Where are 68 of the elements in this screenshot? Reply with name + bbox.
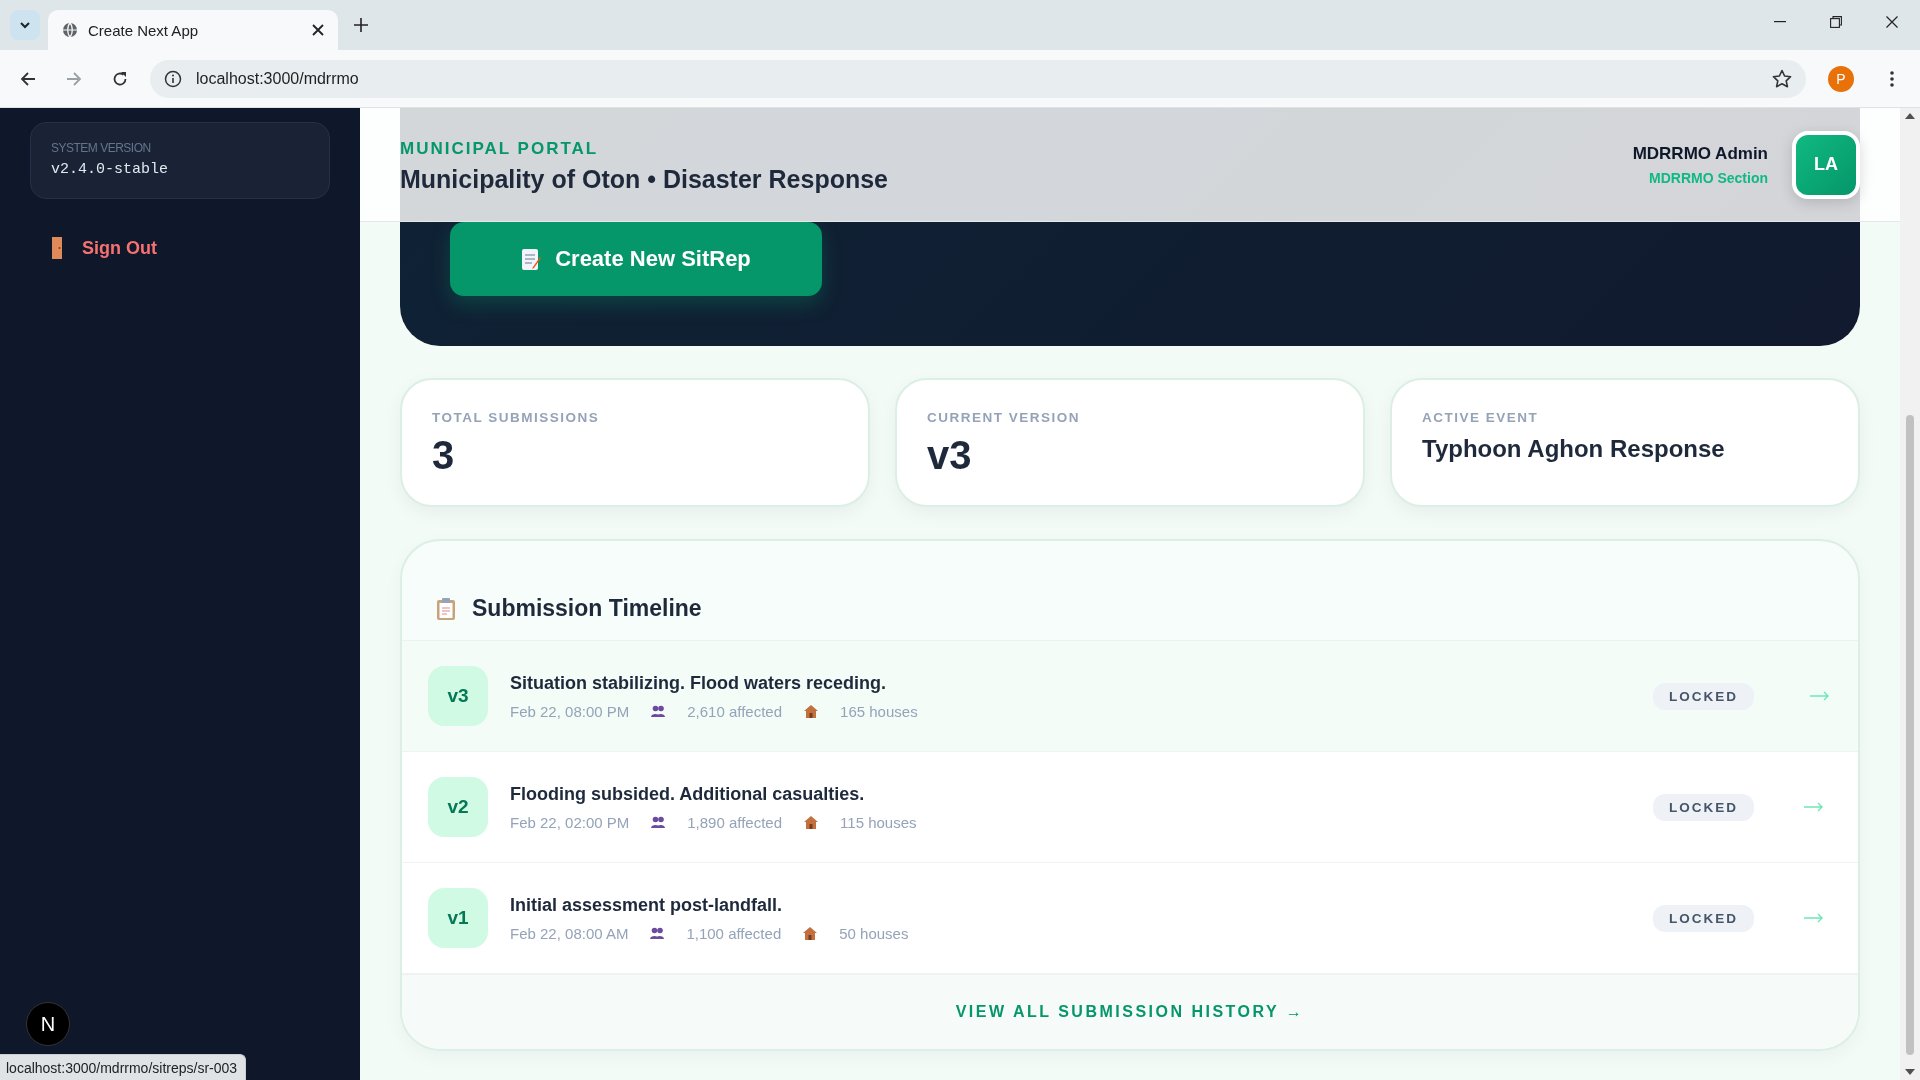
user-role: MDRRMO Section — [1649, 169, 1768, 186]
houses-count: 115 houses — [840, 813, 917, 831]
houses-count: 50 houses — [839, 924, 909, 942]
tab-title: Create Next App — [88, 21, 200, 39]
star-icon — [1772, 68, 1792, 89]
timeline-row[interactable]: v3 Situation stabilizing. Flood waters receding. Feb 22, 08:00 PM 2,610 affected 165 houses LOCKED — [402, 641, 1858, 752]
back-arrow-icon — [20, 70, 36, 87]
door-icon — [52, 237, 62, 259]
arrow-icon — [1804, 802, 1824, 812]
stat-value: Typhoon Aghon Response — [1422, 435, 1726, 463]
reload-icon — [112, 70, 128, 87]
tab-list-button[interactable] — [10, 10, 40, 40]
minimize-icon — [1774, 21, 1786, 23]
plus-icon — [354, 18, 368, 32]
page-title: Municipality of Oton • Disaster Response — [400, 165, 888, 194]
close-icon — [1886, 16, 1898, 28]
sign-out-button[interactable]: Sign Out — [30, 229, 179, 267]
stat-label: ACTIVE EVENT — [1422, 410, 1540, 425]
status-badge: LOCKED — [1653, 793, 1754, 821]
url-text: localhost:3000/mdrrmo — [196, 69, 360, 88]
forward-arrow-icon — [66, 70, 82, 87]
version-badge: v1 — [428, 888, 488, 948]
house-icon — [803, 926, 818, 940]
memo-icon — [521, 247, 542, 271]
dev-tools-badge[interactable]: N — [26, 1002, 70, 1046]
entry-summary: Flooding subsided. Additional casualties. — [510, 783, 866, 805]
status-url: localhost:3000/mdrrmo/sitreps/sr-003 — [0, 1054, 247, 1080]
status-badge: LOCKED — [1653, 904, 1754, 932]
entry-summary: Situation stabilizing. Flood waters receding. — [510, 672, 888, 694]
stat-value: v3 — [927, 433, 973, 478]
people-icon — [651, 705, 666, 717]
people-icon — [651, 816, 666, 828]
affected-count: 2,610 affected — [687, 702, 783, 720]
entry-time: Feb 22, 08:00 PM — [510, 702, 630, 720]
entry-time: Feb 22, 02:00 PM — [510, 813, 630, 831]
portal-label: MUNICIPAL PORTAL — [400, 139, 600, 159]
view-history-link[interactable]: VIEW ALL SUBMISSION HISTORY → — [955, 1003, 1305, 1021]
affected-count: 1,890 affected — [687, 813, 783, 831]
stat-label: CURRENT VERSION — [927, 410, 1081, 425]
version-text: v2.4.0-stable — [51, 161, 170, 178]
create-sitrep-button[interactable]: Create New SitRep — [450, 222, 822, 296]
address-bar[interactable]: localhost:3000/mdrrmo — [150, 59, 1806, 98]
browser-tab[interactable]: Create Next App — [48, 10, 338, 50]
close-icon — [312, 24, 324, 36]
arrow-icon — [1804, 913, 1824, 923]
globe-icon — [62, 22, 78, 38]
clipboard-icon — [436, 596, 456, 621]
timeline-row[interactable]: v1 Initial assessment post-landfall. Feb 22, 08:00 AM 1,100 affected 50 houses LOCKED — [402, 863, 1858, 974]
version-label: SYSTEM VERSION — [51, 141, 152, 155]
entry-summary: Initial assessment post-landfall. — [510, 894, 784, 916]
entry-time: Feb 22, 08:00 AM — [510, 924, 629, 942]
houses-count: 165 houses — [840, 702, 918, 720]
version-badge: v3 — [428, 666, 488, 726]
affected-count: 1,100 affected — [686, 924, 782, 942]
version-badge: v2 — [428, 777, 488, 837]
timeline-row[interactable]: v2 Flooding subsided. Additional casualties. Feb 22, 02:00 PM 1,890 affected 115 houses LOCKED — [402, 752, 1858, 863]
info-icon — [164, 69, 182, 88]
arrow-icon — [1810, 691, 1830, 701]
stat-label: TOTAL SUBMISSIONS — [432, 410, 601, 425]
user-name: MDRRMO Admin — [1632, 143, 1768, 164]
timeline-title: Submission Timeline — [472, 595, 702, 622]
kebab-menu-icon — [1890, 70, 1894, 87]
house-icon — [804, 815, 819, 829]
restore-icon — [1830, 16, 1842, 28]
stat-value: 3 — [432, 433, 456, 478]
status-badge: LOCKED — [1653, 682, 1754, 710]
people-icon — [650, 927, 665, 939]
house-icon — [804, 704, 819, 718]
